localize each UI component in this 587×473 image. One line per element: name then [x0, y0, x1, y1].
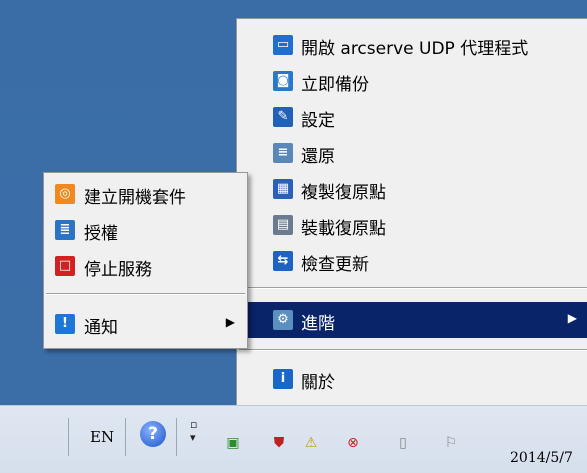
security-shield-icon[interactable]: ⛊ — [268, 433, 290, 453]
stop-service-icon: □ — [55, 256, 75, 276]
menu-item-license[interactable]: ≣ 授權 — [44, 212, 247, 248]
info-icon: i — [273, 369, 293, 389]
flag-icon[interactable]: ⚐ — [440, 433, 462, 453]
menu-item-create-boot-kit[interactable]: ◎ 建立開機套件 — [44, 176, 247, 212]
menu-separator — [239, 349, 587, 351]
menu-item-check-updates[interactable]: ⇆ 檢查更新 — [237, 243, 587, 279]
network-error-icon[interactable]: ⊗ — [342, 433, 364, 453]
taskbar — [0, 405, 587, 473]
taskbar-date[interactable]: 2014/5/7 — [510, 450, 573, 466]
monitor-icon: ▭ — [273, 35, 293, 55]
device-icon[interactable]: ▯ — [392, 433, 414, 453]
license-icon: ≣ — [55, 220, 75, 240]
help-icon[interactable]: ? — [140, 421, 166, 447]
taskbar-divider — [125, 418, 126, 456]
menu-item-advanced[interactable]: ⚙ 進階 ▶ — [237, 302, 587, 338]
menu-item-open-agent[interactable]: ▭ 開啟 arcserve UDP 代理程式 — [237, 27, 587, 63]
mount-disk-icon: ▤ — [273, 215, 293, 235]
menu-separator — [46, 293, 245, 295]
menu-item-settings[interactable]: ✎ 設定 — [237, 99, 587, 135]
menu-item-copy-recovery-point[interactable]: ▦ 複製復原點 — [237, 171, 587, 207]
taskbar-divider — [176, 418, 177, 456]
agent-context-menu: ▭ 開啟 arcserve UDP 代理程式 ◙ 立即備份 ✎ 設定 ≡ 還原 … — [236, 18, 587, 440]
submenu-arrow-icon: ▶ — [567, 311, 577, 325]
menu-item-restore[interactable]: ≡ 還原 — [237, 135, 587, 171]
menu-item-stop-service[interactable]: □ 停止服務 — [44, 248, 247, 284]
action-center-warning-icon[interactable]: ⚠ — [300, 433, 322, 453]
language-indicator[interactable]: EN — [90, 428, 114, 446]
menu-item-backup-now[interactable]: ◙ 立即備份 — [237, 63, 587, 99]
wrench-icon: ✎ — [273, 107, 293, 127]
arcserve-agent-tray-icon[interactable]: ▣ — [222, 433, 244, 453]
boot-kit-icon: ◎ — [55, 184, 75, 204]
menu-item-mount-recovery-point[interactable]: ▤ 裝載復原點 — [237, 207, 587, 243]
menu-item-about[interactable]: i 關於 — [237, 361, 587, 397]
copy-grid-icon: ▦ — [273, 179, 293, 199]
advanced-submenu: ◎ 建立開機套件 ≣ 授權 □ 停止服務 ! 通知 ▶ — [43, 172, 248, 349]
language-bar-options-icon[interactable]: ▫ ▾ — [190, 418, 197, 444]
restore-icon: ≡ — [273, 143, 293, 163]
menu-item-notification[interactable]: ! 通知 ▶ — [44, 306, 247, 342]
taskbar-divider — [68, 418, 69, 456]
gears-icon: ⚙ — [273, 310, 293, 330]
submenu-arrow-icon: ▶ — [225, 315, 235, 329]
backup-icon: ◙ — [273, 71, 293, 91]
notification-icon: ! — [55, 314, 75, 334]
update-icon: ⇆ — [273, 251, 293, 271]
menu-separator — [239, 287, 587, 289]
